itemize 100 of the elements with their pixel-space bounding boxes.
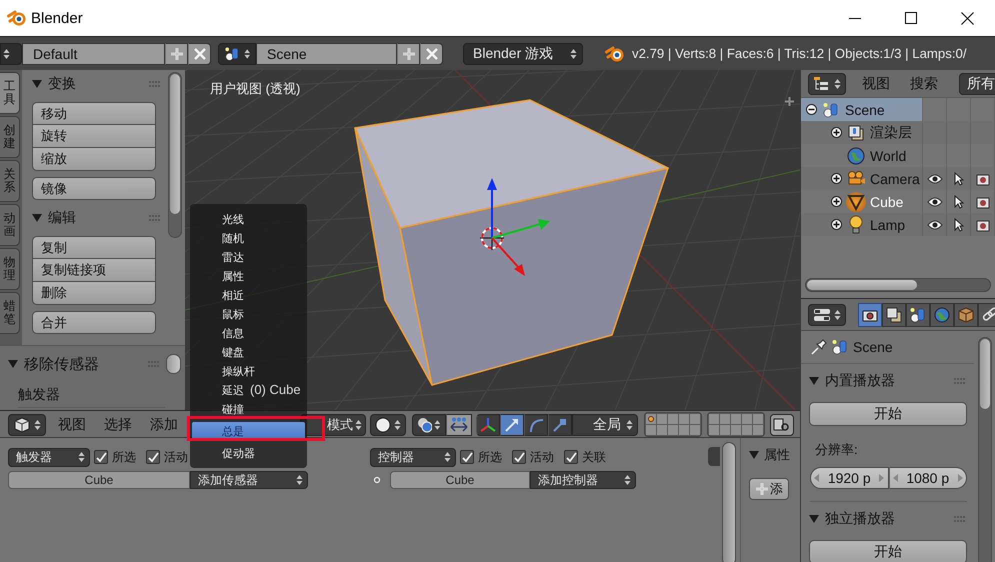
collapse-triangle-icon[interactable] — [749, 450, 759, 460]
menu-item[interactable]: 属性 — [192, 267, 305, 286]
menu-button[interactable]: 添加 — [150, 416, 178, 434]
eye-icon[interactable] — [926, 220, 942, 230]
scene-field[interactable]: Scene — [256, 42, 397, 64]
checkbox[interactable] — [512, 450, 526, 464]
start-button[interactable]: 开始 — [809, 402, 967, 426]
number-field[interactable]: 1080 p — [888, 467, 967, 489]
editor-type-dropdown[interactable] — [808, 72, 846, 94]
panel-title[interactable]: 变换 — [48, 75, 143, 93]
render-engine-dropdown[interactable]: Blender 游戏 — [463, 42, 583, 64]
orientation-dropdown[interactable]: 全局 — [572, 414, 638, 436]
manipulator-button[interactable] — [500, 414, 524, 436]
checkbox[interactable] — [94, 450, 108, 464]
menu-button[interactable]: 选择 — [104, 416, 132, 434]
scrollbar[interactable] — [166, 354, 181, 374]
collapse-triangle-icon[interactable] — [809, 376, 819, 386]
outliner-item-label[interactable]: Scene — [845, 102, 885, 118]
properties-tab[interactable] — [906, 302, 930, 326]
menu-item[interactable]: 随机 — [192, 229, 305, 248]
menu-item[interactable]: 鼠标 — [192, 305, 305, 324]
outliner-item-label[interactable]: 渲染层 — [870, 124, 912, 142]
arrows-toggle-button[interactable] — [446, 414, 472, 436]
panel-title[interactable]: 编辑 — [48, 209, 143, 227]
transform-gizmo-drawing[interactable] — [480, 178, 550, 276]
display-mode-dropdown[interactable]: 所有 — [959, 72, 995, 94]
tool-button[interactable]: 缩放 — [32, 148, 156, 171]
menu-item[interactable]: 相近 — [192, 286, 305, 305]
collapse-triangle-icon[interactable] — [809, 514, 819, 524]
outliner-item-label[interactable]: Cube — [870, 194, 904, 210]
delete-scene-button[interactable] — [420, 42, 443, 64]
layout-field[interactable]: Default — [22, 42, 165, 64]
panel-title[interactable]: 独立播放器 — [825, 510, 948, 528]
delete-layout-button[interactable] — [188, 42, 211, 64]
menu-item[interactable]: 雷达 — [192, 248, 305, 267]
properties-tab[interactable] — [978, 302, 995, 326]
menu-button[interactable]: 搜索 — [910, 74, 938, 92]
scrollbar[interactable] — [168, 72, 182, 238]
panel-title[interactable]: 属性 — [764, 446, 790, 464]
eye-icon[interactable] — [926, 196, 942, 206]
expand-icon[interactable] — [831, 127, 842, 138]
scrollbar[interactable] — [978, 337, 992, 562]
menu-item[interactable]: 操纵杆 — [192, 362, 305, 381]
shelf-tab[interactable]: 工具 — [0, 72, 20, 114]
checkbox[interactable] — [460, 450, 474, 464]
collapse-triangle-icon[interactable] — [32, 79, 42, 89]
pin-icon[interactable] — [811, 339, 827, 355]
add-scene-button[interactable] — [397, 42, 420, 64]
object-name-field[interactable]: Cube — [8, 471, 190, 489]
number-field[interactable]: 1920 p — [810, 467, 888, 489]
menu-button[interactable]: 视图 — [862, 74, 890, 92]
menu-button[interactable]: 视图 — [58, 416, 86, 434]
expand-icon[interactable] — [831, 219, 842, 230]
add-controller-dropdown[interactable]: 添加控制器 — [530, 471, 636, 489]
editor-type-dropdown[interactable] — [8, 414, 46, 436]
menu-item[interactable]: 键盘 — [192, 343, 305, 362]
collapse-triangle-icon[interactable] — [32, 213, 42, 223]
cube-drawing[interactable] — [354, 99, 669, 386]
editor-type-dropdown[interactable] — [808, 304, 846, 326]
tool-button[interactable]: 合并 — [32, 311, 156, 334]
scene-dropdown[interactable] — [218, 42, 256, 64]
camera-icon[interactable] — [976, 172, 990, 186]
cursor-icon[interactable] — [954, 218, 964, 232]
outliner-row[interactable]: Scene — [801, 98, 923, 121]
menu-item[interactable]: 促动器 — [192, 444, 305, 463]
outliner-item-label[interactable]: Lamp — [870, 216, 906, 232]
plus-icon[interactable] — [785, 97, 794, 106]
properties-tab[interactable] — [882, 302, 906, 326]
properties-tab[interactable] — [930, 302, 954, 326]
tool-button[interactable]: 复制 — [32, 236, 156, 259]
tool-button[interactable]: 移动 — [32, 102, 156, 125]
panel-title[interactable]: 内置播放器 — [825, 372, 948, 390]
layer-grid[interactable] — [644, 412, 702, 437]
camera-icon[interactable] — [976, 218, 990, 232]
start-button[interactable]: 开始 — [809, 540, 967, 562]
outliner-item-label[interactable]: World — [870, 148, 906, 164]
properties-tab[interactable] — [858, 302, 882, 326]
panel-title[interactable]: 移除传感器 — [24, 354, 142, 374]
add-sensor-dropdown[interactable]: 添加传感器 — [190, 471, 308, 489]
scrollbar[interactable] — [805, 278, 991, 292]
cursor-icon[interactable] — [954, 172, 964, 186]
tool-button[interactable]: 删除 — [32, 282, 156, 305]
add-property-button[interactable]: 添 — [749, 478, 789, 500]
expand-icon[interactable] — [831, 173, 842, 184]
cursor-icon[interactable] — [954, 194, 964, 208]
shading-dropdown[interactable] — [370, 414, 406, 436]
checkbox[interactable] — [564, 450, 578, 464]
menu-item[interactable]: 光线 — [192, 210, 305, 229]
tool-button[interactable]: 镜像 — [32, 177, 156, 200]
checkbox[interactable] — [146, 450, 160, 464]
object-name-field[interactable]: Cube — [390, 471, 530, 489]
tool-button[interactable]: 复制链接项 — [32, 259, 156, 282]
scrollbar[interactable] — [722, 442, 736, 562]
layer-grid[interactable] — [707, 412, 765, 437]
pivot-dropdown[interactable] — [412, 414, 446, 436]
camera-icon[interactable] — [976, 194, 990, 208]
eye-icon[interactable] — [926, 174, 942, 184]
controller-filter-dropdown[interactable]: 控制器 — [370, 448, 456, 466]
menu-item[interactable]: 信息 — [192, 324, 305, 343]
manipulator-button[interactable] — [476, 414, 500, 436]
